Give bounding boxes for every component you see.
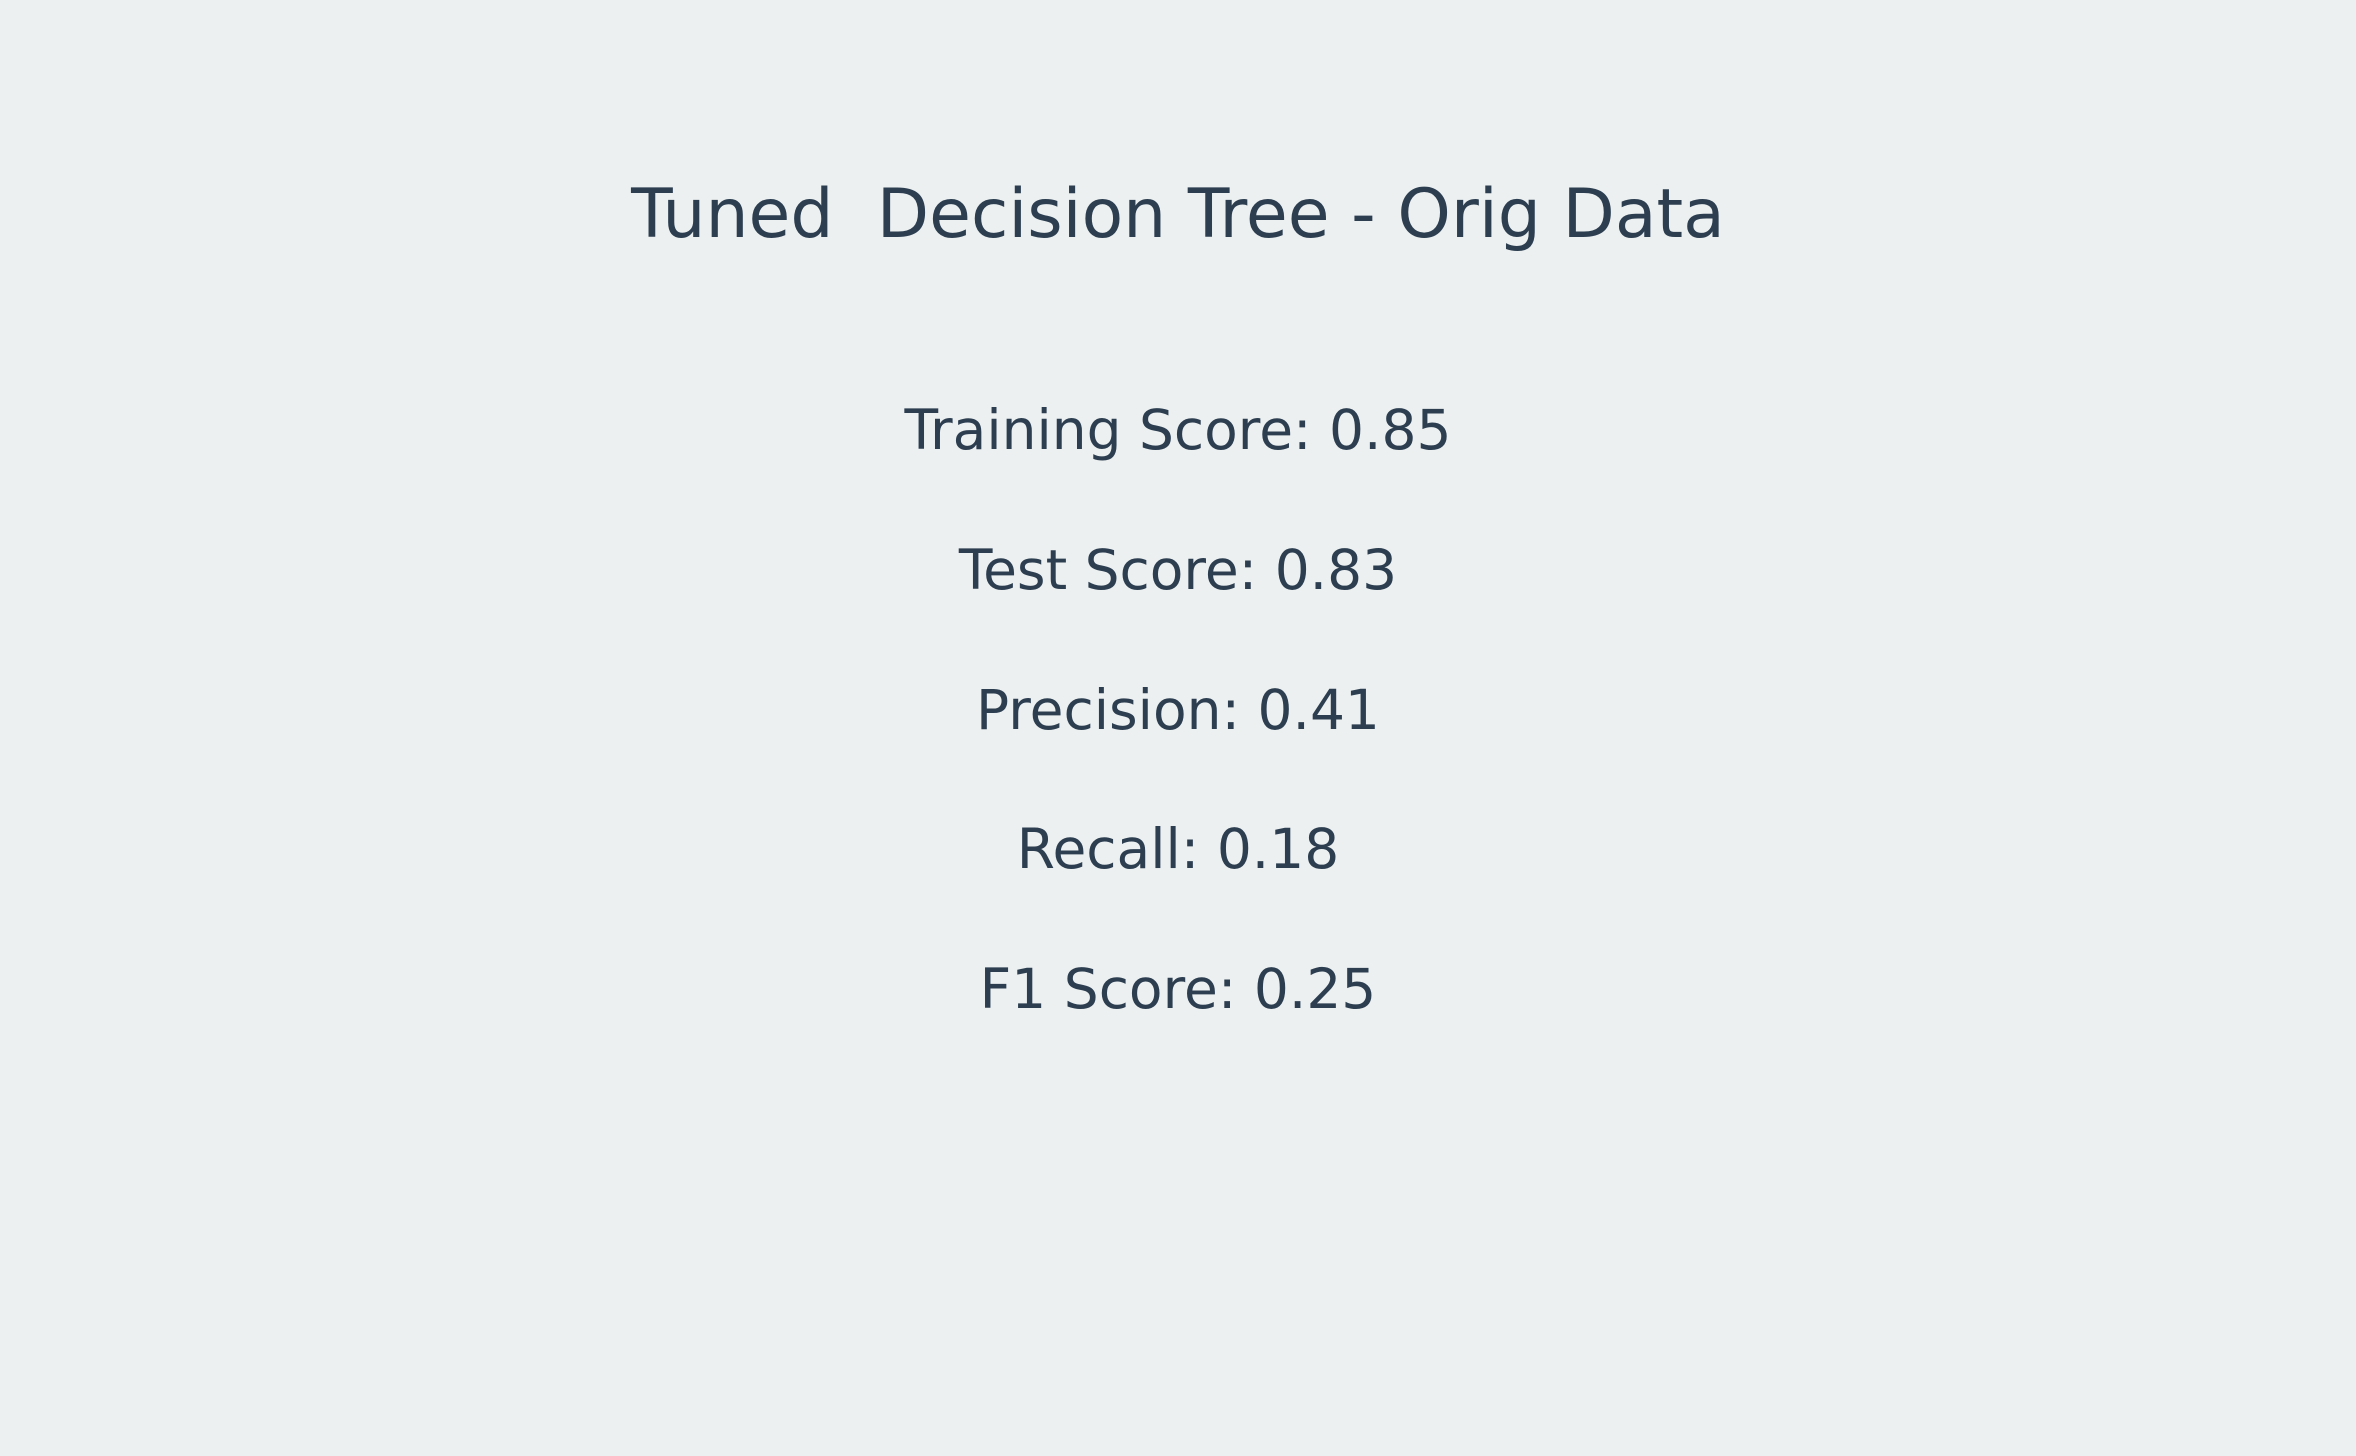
- metric-f1-score: F1 Score: 0.25: [979, 957, 1377, 1021]
- metrics-card: Tuned Decision Tree - Orig Data Training…: [0, 0, 2356, 1456]
- chart-title: Tuned Decision Tree - Orig Data: [631, 175, 1725, 254]
- metric-test-score: Test Score: 0.83: [958, 538, 1398, 602]
- metric-training-score: Training Score: 0.85: [904, 398, 1452, 462]
- metric-precision: Precision: 0.41: [976, 678, 1380, 742]
- metric-recall: Recall: 0.18: [1016, 817, 1340, 881]
